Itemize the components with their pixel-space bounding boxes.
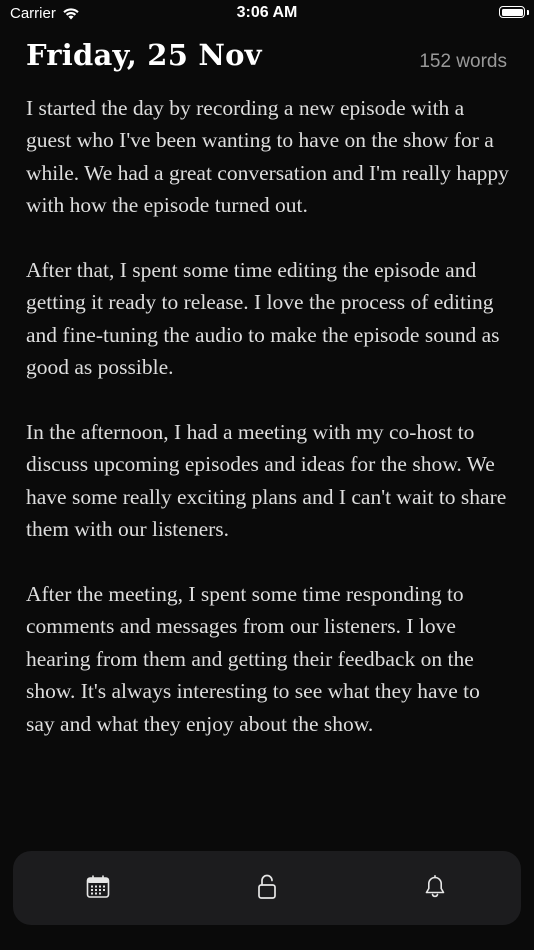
- entry-paragraph: After the meeting, I spent some time res…: [26, 582, 480, 736]
- entry-date-title: Friday, 25 Nov: [26, 38, 262, 72]
- battery-level: [501, 8, 523, 16]
- calendar-button[interactable]: [83, 872, 113, 902]
- unlocked-padlock-icon: [255, 873, 279, 901]
- entry-paragraph: In the afternoon, I had a meeting with m…: [26, 420, 507, 542]
- bottom-toolbar: [13, 851, 521, 925]
- journal-entry-text[interactable]: I started the day by recording a new epi…: [26, 92, 512, 772]
- lock-button[interactable]: [252, 872, 282, 902]
- bell-icon: [423, 874, 447, 900]
- entry-paragraph: After that, I spent some time editing th…: [26, 258, 500, 380]
- notifications-button[interactable]: [420, 872, 450, 902]
- word-count: 152 words: [419, 51, 507, 72]
- calendar-icon: [85, 874, 111, 900]
- status-bar: Carrier 3:06 AM: [0, 0, 534, 28]
- battery-icon: [499, 6, 525, 18]
- entry-paragraph: I started the day by recording a new epi…: [26, 96, 509, 218]
- clock: 3:06 AM: [236, 4, 298, 21]
- battery-cap: [527, 10, 529, 15]
